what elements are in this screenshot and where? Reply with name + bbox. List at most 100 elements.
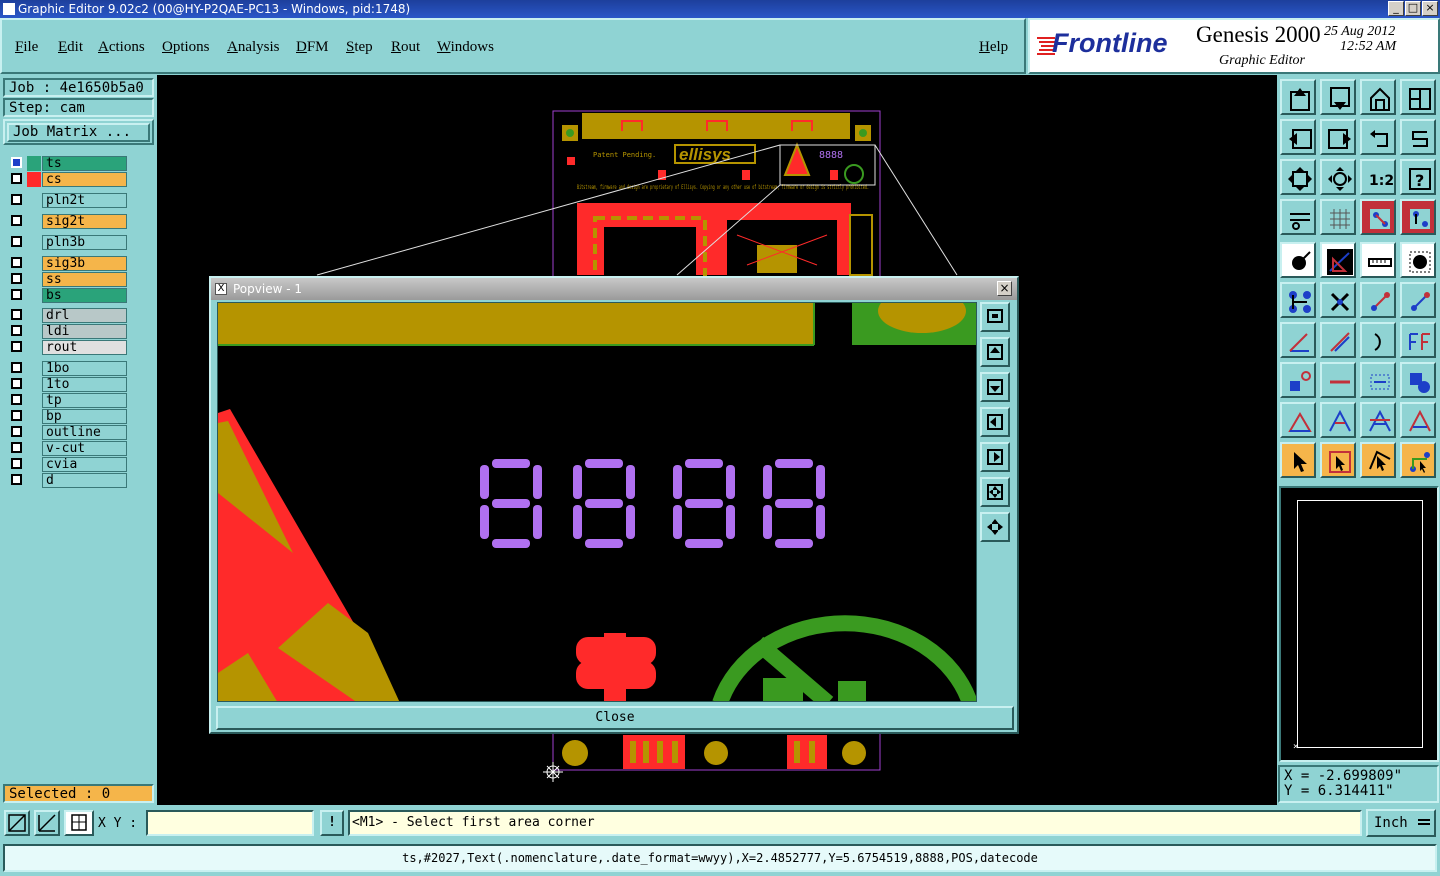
layer-checkbox[interactable] [11,378,22,389]
tool-snap-off[interactable] [1400,199,1436,235]
tool-help[interactable]: ? [1400,159,1436,195]
layer-color-swatch[interactable] [27,172,41,187]
layer-name[interactable]: bp [42,409,127,424]
layer-checkbox[interactable] [11,442,22,453]
popview-close-button[interactable]: Close [216,706,1014,730]
layer-name[interactable]: rout [42,340,127,355]
tool-stretch[interactable] [1360,362,1396,398]
tool-copy[interactable] [1400,282,1436,318]
tool-measure[interactable] [1360,242,1396,278]
tool-line-select[interactable] [1320,362,1356,398]
layer-name[interactable]: ss [42,272,127,287]
layer-row[interactable]: drl [7,308,127,323]
layer-checkbox[interactable] [11,273,22,284]
layer-name[interactable]: tp [42,393,127,408]
menu-dfm[interactable]: DFM [296,39,329,56]
snap-mode-button[interactable] [4,810,30,836]
tool-shape-2[interactable] [1320,402,1356,438]
tool-zoom-home[interactable] [1320,159,1356,195]
angle-mode-button[interactable] [34,810,60,836]
popview-pan-up-icon[interactable] [980,337,1010,367]
layer-checkbox[interactable] [11,325,22,336]
tool-zoom-1-2[interactable]: 1:2 [1360,159,1396,195]
tool-arc[interactable] [1360,322,1396,358]
tool-shape-1[interactable] [1280,402,1316,438]
menu-help[interactable]: Help [979,39,1008,56]
tool-line-add[interactable] [1320,242,1356,278]
layer-name[interactable]: 1bo [42,361,127,376]
layer-row[interactable]: cvia [7,457,127,472]
menu-options[interactable]: Options [162,39,210,56]
tool-pan-up[interactable] [1280,79,1316,115]
layer-row[interactable]: pln3b [7,235,127,250]
layer-checkbox[interactable] [11,215,22,226]
layer-checkbox[interactable] [11,458,22,469]
layer-name[interactable]: pln2t [42,193,127,208]
popview-zoom-home-icon[interactable] [980,477,1010,507]
tool-connect[interactable] [1280,282,1316,318]
layer-checkbox[interactable] [11,394,22,405]
tool-surface[interactable] [1400,242,1436,278]
tool-settings[interactable] [1280,199,1316,235]
minimize-button[interactable]: _ [1388,1,1404,16]
units-selector[interactable]: Inch [1366,809,1436,837]
layer-row[interactable]: pln2t [7,193,127,208]
tool-redraw[interactable] [1360,119,1396,155]
tool-window[interactable] [1400,79,1436,115]
layer-checkbox[interactable] [11,341,22,352]
tool-refresh[interactable] [1400,119,1436,155]
layer-row[interactable]: d [7,473,127,488]
layer-row[interactable]: 1to [7,377,127,392]
layer-checkbox[interactable] [11,362,22,373]
layer-name[interactable]: ldi [42,324,127,339]
tool-snap-on[interactable] [1360,199,1396,235]
tool-group[interactable] [1400,362,1436,398]
layer-name[interactable]: bs [42,288,127,303]
job-matrix-button[interactable]: Job Matrix ... [7,123,150,142]
layer-row[interactable]: tp [7,393,127,408]
layer-color-swatch[interactable] [27,156,41,171]
layer-checkbox[interactable] [11,474,22,485]
tool-shape-3[interactable] [1360,402,1396,438]
tool-pan-down[interactable] [1320,79,1356,115]
tool-mirror[interactable] [1400,322,1436,358]
tool-pan-right[interactable] [1320,119,1356,155]
tool-pan-left[interactable] [1280,119,1316,155]
grid-mode-button[interactable] [64,810,94,836]
layer-checkbox[interactable] [11,173,22,184]
layer-checkbox[interactable] [11,289,22,300]
xy-input[interactable] [146,810,314,836]
layer-row[interactable]: sig2t [7,214,127,229]
tool-pad-add[interactable] [1280,242,1316,278]
abort-button[interactable]: ! [320,810,344,836]
tool-select-area[interactable] [1360,442,1396,478]
layer-checkbox[interactable] [11,309,22,320]
tool-select-net[interactable] [1400,442,1436,478]
tool-move[interactable] [1360,282,1396,318]
popview-pan-down-icon[interactable] [980,372,1010,402]
popview-close-icon[interactable]: × [997,281,1012,296]
layer-name[interactable]: outline [42,425,127,440]
menu-windows[interactable]: Windows [437,39,494,56]
layer-name[interactable]: ts [42,156,127,171]
tool-pad-select[interactable] [1280,362,1316,398]
menu-actions[interactable]: Actions [98,39,145,56]
layer-name[interactable]: cvia [42,457,127,472]
tool-cross[interactable] [1320,282,1356,318]
tool-select-arrow[interactable] [1280,442,1316,478]
layer-row[interactable]: 1bo [7,361,127,376]
layer-name[interactable]: pln3b [42,235,127,250]
layer-checkbox[interactable] [11,236,22,247]
layer-checkbox[interactable] [11,426,22,437]
layer-row[interactable]: cs [7,172,127,187]
popview-zoom-icon[interactable] [980,302,1010,332]
popview-canvas[interactable] [217,302,977,702]
menu-rout[interactable]: Rout [391,39,420,56]
layer-name[interactable]: 1to [42,377,127,392]
menu-analysis[interactable]: Analysis [227,39,280,56]
layer-row[interactable]: sig3b [7,256,127,271]
layer-name[interactable]: d [42,473,127,488]
popview-pan-left-icon[interactable] [980,407,1010,437]
maximize-button[interactable]: □ [1405,1,1421,16]
layer-name[interactable]: sig3b [42,256,127,271]
